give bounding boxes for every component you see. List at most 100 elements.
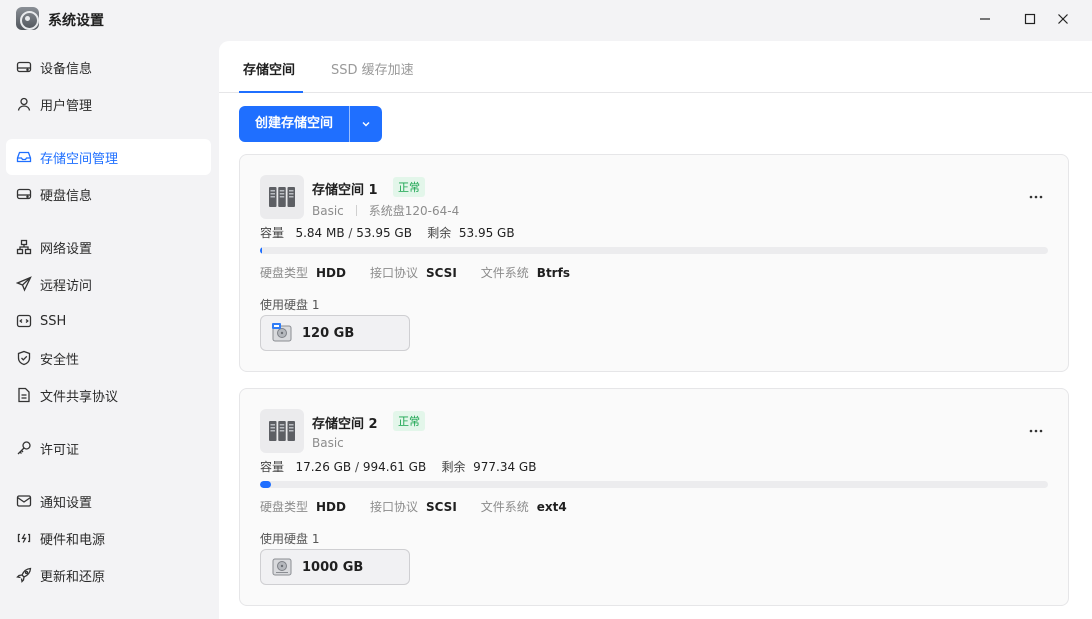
more-options-button[interactable] [1024,425,1048,437]
sidebar-item-label: 通知设置 [40,495,93,511]
capacity-line: 容量 5.84 MB / 53.95 GB 剩余 53.95 GB [260,226,515,240]
raid-type: Basic [312,436,344,450]
disk-size: 1000 GB [302,559,364,575]
raid-type: Basic [312,203,344,218]
network-icon [16,239,32,255]
sidebar-item-label: 设备信息 [40,61,93,77]
sidebar-item-label: 用户管理 [40,98,93,114]
system-disk-label: 系统盘120-64-4 [368,204,460,218]
filesystem-label: 文件系统 [480,500,529,514]
pool-subtitle: Basic [312,436,344,450]
chevron-down-icon [362,122,370,127]
window-title: 系统设置 [48,13,104,29]
sidebar-item-label: 安全性 [40,352,80,368]
pool-name: 存储空间 1 [312,183,378,198]
sidebar-item-label: 硬件和电源 [40,532,106,548]
tab-storage[interactable]: 存储空间 [243,59,295,78]
close-button[interactable] [1050,6,1076,32]
minimize-icon [980,18,990,20]
app-logo-icon [16,7,39,30]
filesystem-value: Btrfs [536,265,570,280]
interface-value: SCSI [426,265,457,280]
remaining-value: 53.95 GB [458,226,515,240]
usage-progress-bar [260,247,1048,254]
sidebar-item-label: 存储空间管理 [40,151,119,167]
sidebar-item-users[interactable]: 用户管理 [6,86,211,122]
sidebar-item-file-sharing[interactable]: 文件共享协议 [6,377,211,413]
disk-type-label: 硬盘类型 [260,266,309,280]
server-icon [260,175,304,219]
terminal-icon [16,313,32,329]
create-options-dropdown[interactable] [350,106,382,142]
sidebar: 设备信息 用户管理 存储空间管理 硬盘信息 网络设置 远程访问 SSH 安全性 … [0,38,219,619]
interface-value: SCSI [426,499,457,514]
sidebar-item-hardware-power[interactable]: 硬件和电源 [6,520,211,556]
hard-drive-icon [271,322,293,344]
shield-icon [16,350,32,366]
usage-progress-bar [260,481,1048,488]
remaining-label: 剩余 [441,460,466,474]
tab-bar: 存储空间 SSD 缓存加速 [219,41,1092,93]
main-panel: 存储空间 SSD 缓存加速 创建存储空间 存储空间 1 正常 Basic 系统盘… [219,41,1092,619]
disk-size: 120 GB [302,325,355,341]
disk-type-value: HDD [316,265,346,280]
sidebar-item-label: 许可证 [40,442,80,458]
total-value: 53.95 GB [356,226,412,240]
subtitle-divider [355,205,357,216]
capacity-line: 容量 17.26 GB / 994.61 GB 剩余 977.34 GB [260,460,537,474]
send-icon [16,276,32,292]
maximize-button[interactable] [1017,6,1043,32]
sidebar-item-remote-access[interactable]: 远程访问 [6,266,211,302]
sidebar-item-security[interactable]: 安全性 [6,340,211,376]
storage-icon [16,149,32,165]
sidebar-item-license[interactable]: 许可证 [6,430,211,466]
pool-subtitle: Basic 系统盘120-64-4 [312,202,459,219]
mail-icon [16,493,32,509]
sidebar-item-label: 远程访问 [40,278,93,294]
total-value: 994.61 GB [362,460,427,474]
used-value: 5.84 MB [295,226,345,240]
key-icon [16,440,32,456]
usage-progress-fill [260,247,262,254]
title-bar: 系统设置 [0,0,1092,38]
create-storage-button[interactable]: 创建存储空间 [239,106,349,142]
disks-used-label: 使用硬盘 1 [260,532,320,546]
sidebar-item-ssh[interactable]: SSH [6,303,211,339]
remaining-label: 剩余 [427,226,452,240]
usage-progress-fill [260,481,271,488]
sidebar-item-disk-info[interactable]: 硬盘信息 [6,176,211,212]
more-options-button[interactable] [1024,191,1048,203]
hard-drive-icon [271,556,293,578]
document-icon [16,387,32,403]
disk-type-value: HDD [316,499,346,514]
sidebar-item-device-info[interactable]: 设备信息 [6,49,211,85]
disk-chip[interactable]: 1000 GB [260,549,410,585]
device-icon [16,59,32,75]
pool-name: 存储空间 2 [312,417,378,432]
more-horizontal-icon [1029,429,1043,433]
remaining-value: 977.34 GB [473,460,537,474]
sidebar-item-update-restore[interactable]: 更新和还原 [6,557,211,593]
minimize-button[interactable] [972,6,998,32]
sidebar-item-label: 更新和还原 [40,569,106,585]
pool-meta: 硬盘类型 HDD 接口协议 SCSI 文件系统 Btrfs [260,264,594,281]
capacity-label: 容量 [260,460,285,474]
sidebar-item-storage[interactable]: 存储空间管理 [6,139,211,175]
sidebar-item-label: 文件共享协议 [40,389,119,405]
filesystem-label: 文件系统 [480,266,529,280]
sidebar-item-network[interactable]: 网络设置 [6,229,211,265]
status-badge: 正常 [393,411,425,431]
storage-pool-card: 存储空间 1 正常 Basic 系统盘120-64-4 容量 5.84 MB /… [239,154,1069,372]
pool-meta: 硬盘类型 HDD 接口协议 SCSI 文件系统 ext4 [260,498,591,515]
disk-chip[interactable]: 120 GB [260,315,410,351]
tab-ssd-cache[interactable]: SSD 缓存加速 [331,59,414,78]
sidebar-item-notifications[interactable]: 通知设置 [6,483,211,519]
capacity-label: 容量 [260,226,285,240]
status-badge: 正常 [393,177,425,197]
rocket-icon [16,567,32,583]
more-horizontal-icon [1029,195,1043,199]
used-value: 17.26 GB [295,460,352,474]
power-icon [16,530,32,546]
sidebar-item-label: SSH [40,313,67,329]
storage-pool-card: 存储空间 2 正常 Basic 容量 17.26 GB / 994.61 GB … [239,388,1069,606]
